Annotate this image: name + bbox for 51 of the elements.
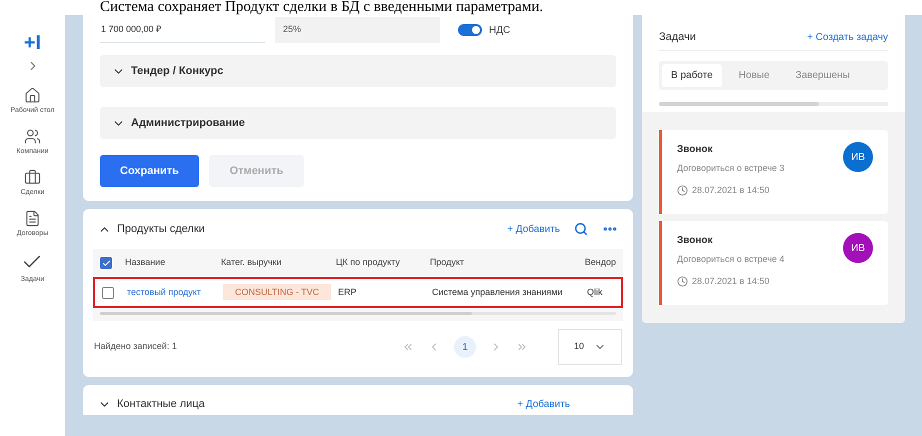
records-count: Найдено записей: 1 [94, 340, 177, 354]
clock-icon [677, 184, 688, 196]
task-card[interactable]: Звонок Договориться о встрече 4 28.07.2021 в 14:50 ИВ [659, 221, 888, 305]
amount-field[interactable]: 1 700 000,00 ₽ [100, 17, 265, 43]
create-task-link[interactable]: + Создать задачу [807, 30, 888, 45]
percent-field[interactable]: 25% [275, 17, 440, 43]
column-header: Продукт [430, 256, 466, 270]
select-all-checkbox[interactable] [100, 257, 112, 269]
add-link[interactable]: + Добавить [507, 222, 560, 236]
task-title: Звонок [677, 143, 714, 157]
column-header: Вендор [584, 256, 616, 270]
task-time: 28.07.2021 в 14:50 [692, 274, 770, 288]
avatar[interactable]: ИВ [843, 142, 873, 172]
task-title: Звонок [677, 234, 714, 248]
task-tab[interactable]: В работе [662, 64, 722, 87]
users-icon[interactable] [24, 128, 41, 145]
row-checkbox[interactable] [102, 286, 114, 298]
products-header[interactable]: Продукты сделки [98, 220, 205, 238]
vat-label: НДС [489, 24, 510, 38]
column-header: Катег. выручки [220, 256, 283, 270]
tasks-title: Задачи [659, 30, 696, 46]
column-header: ЦК по продукту [336, 256, 401, 270]
table-cell-text: Qlik [587, 286, 602, 299]
document-icon[interactable] [24, 210, 41, 227]
logo[interactable]: +I [24, 33, 42, 53]
category-tag: CONSULTING - TVC [223, 284, 332, 300]
scrollbar[interactable] [100, 312, 616, 315]
contacts-header[interactable]: Контактные лица [98, 396, 205, 412]
table-cell-text: Система управления знаниями [432, 286, 564, 299]
search-icon[interactable] [574, 222, 588, 236]
task-card[interactable]: Звонок Договориться о встрече 3 28.07.2021 в 14:50 ИВ [659, 130, 888, 214]
caption: Система сохраняет Продукт сделки в БД с введенными параметрами. [99, 0, 544, 15]
accordion-header[interactable]: Тендер / Конкурс [100, 55, 616, 87]
task-description: Договориться о встрече 4 [677, 253, 784, 266]
table-row[interactable]: тестовый продукт CONSULTING - TVC ERP Система управления знаниями Qlik [93, 277, 623, 308]
home-icon[interactable] [24, 87, 41, 104]
column-header: Название [124, 256, 166, 270]
accordion-header[interactable]: Администрирование [100, 107, 616, 139]
briefcase-icon[interactable] [24, 169, 41, 186]
clock-icon [677, 276, 688, 287]
task-time: 28.07.2021 в 14:50 [692, 184, 770, 196]
save-button[interactable]: Сохранить [100, 155, 199, 187]
vat-toggle[interactable] [458, 24, 482, 36]
avatar[interactable]: ИВ [843, 233, 873, 263]
task-description: Договориться о встрече 3 [677, 162, 784, 175]
table-cell-text: ERP [338, 286, 358, 299]
scrollbar[interactable] [659, 102, 888, 106]
page-button[interactable]: 1 [454, 336, 476, 358]
page-size-select[interactable]: 10 [558, 329, 622, 365]
add-link[interactable]: + Добавить [517, 396, 570, 412]
product-link[interactable]: тестовый продукт [127, 286, 201, 297]
